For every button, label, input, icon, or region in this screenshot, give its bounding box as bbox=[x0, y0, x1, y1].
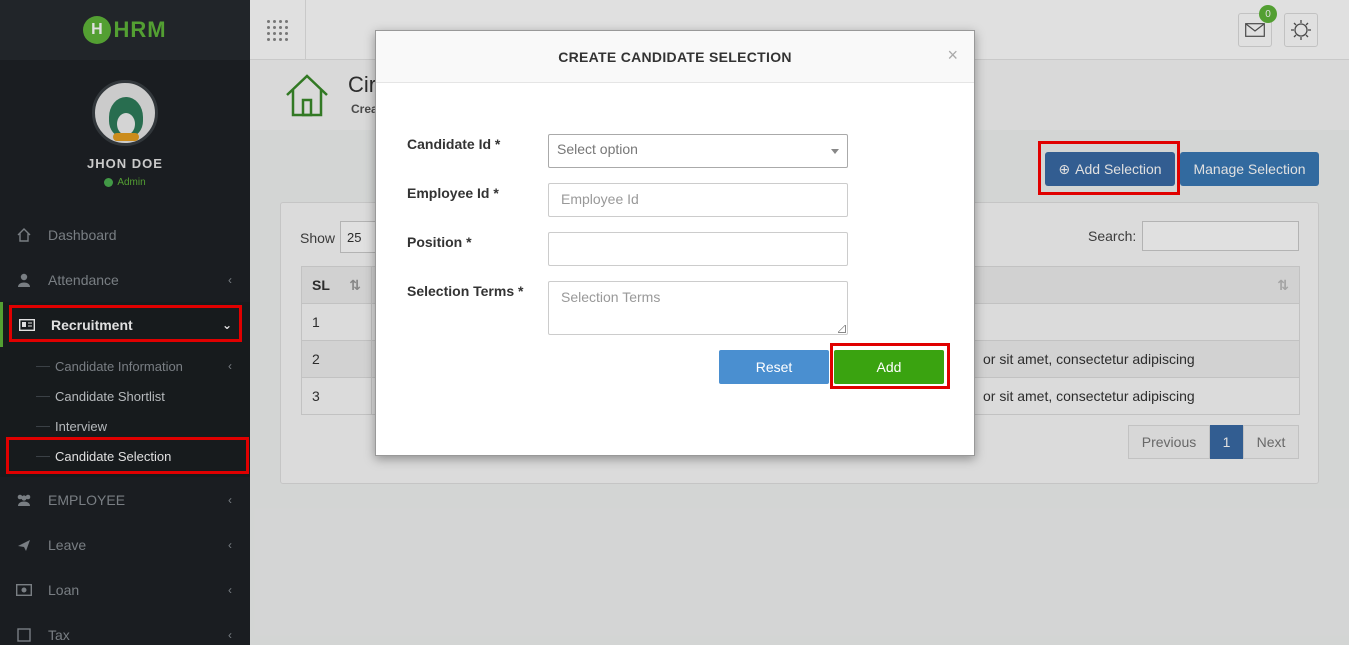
selection-terms-placeholder: Selection Terms bbox=[561, 289, 661, 305]
position-label: Position * bbox=[407, 234, 472, 250]
reset-button[interactable]: Reset bbox=[719, 350, 829, 384]
position-field[interactable] bbox=[548, 232, 848, 266]
candidate-id-select[interactable]: Select option bbox=[548, 134, 848, 168]
employee-id-placeholder: Employee Id bbox=[561, 191, 639, 207]
caret-down-icon bbox=[831, 149, 839, 154]
candidate-id-placeholder: Select option bbox=[557, 141, 638, 157]
add-button[interactable]: Add bbox=[834, 350, 944, 384]
selection-terms-label: Selection Terms * bbox=[407, 283, 524, 299]
close-icon[interactable]: × bbox=[947, 45, 958, 66]
selection-terms-field[interactable]: Selection Terms bbox=[548, 281, 848, 335]
employee-id-field[interactable]: Employee Id bbox=[548, 183, 848, 217]
create-candidate-selection-modal: CREATE CANDIDATE SELECTION × Candidate I… bbox=[375, 30, 975, 456]
employee-id-label: Employee Id * bbox=[407, 185, 499, 201]
candidate-id-label: Candidate Id * bbox=[407, 136, 501, 152]
modal-header: CREATE CANDIDATE SELECTION × bbox=[376, 31, 974, 83]
modal-title: CREATE CANDIDATE SELECTION bbox=[558, 48, 792, 65]
resize-handle-icon[interactable] bbox=[838, 325, 846, 333]
